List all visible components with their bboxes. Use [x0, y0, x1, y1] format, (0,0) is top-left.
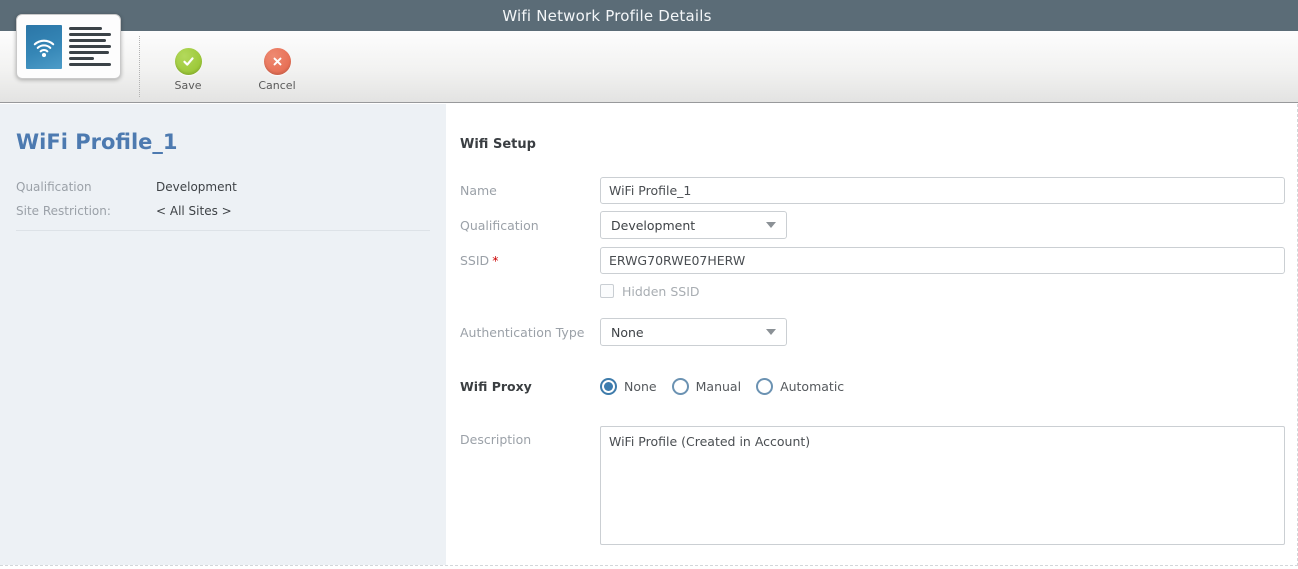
profile-title: WiFi Profile_1: [16, 130, 430, 154]
save-button-label: Save: [174, 79, 201, 92]
cancel-button[interactable]: Cancel: [249, 31, 305, 103]
list-icon: [69, 27, 111, 66]
wifi-setup-form: Wifi Setup Name Qualification Developmen…: [446, 104, 1297, 565]
summary-row-site-restriction: Site Restriction: < All Sites >: [16, 204, 430, 218]
summary-qualification-value: Development: [156, 180, 237, 194]
window-titlebar: Wifi Network Profile Details: [0, 0, 1298, 31]
qualification-select[interactable]: Development: [600, 211, 787, 239]
ssid-input[interactable]: [600, 247, 1285, 274]
save-button[interactable]: Save: [160, 31, 216, 103]
chevron-down-icon: [766, 222, 776, 228]
summary-site-restriction-value: < All Sites >: [156, 204, 232, 218]
hidden-ssid-label: Hidden SSID: [622, 284, 700, 299]
radio-label: Automatic: [780, 379, 844, 394]
authentication-type-selected-value: None: [611, 325, 644, 340]
description-textarea[interactable]: WiFi Profile (Created in Account): [600, 426, 1285, 545]
content-area: WiFi Profile_1 Qualification Development…: [0, 104, 1298, 566]
summary-divider: [16, 230, 430, 231]
wifi-proxy-radio-group: None Manual Automatic: [600, 378, 844, 395]
wifi-proxy-option-none[interactable]: None: [600, 378, 657, 395]
wifi-proxy-row: Wifi Proxy None Manual Automatic: [460, 374, 1285, 398]
check-icon: [175, 48, 202, 75]
ssid-label: SSID*: [460, 253, 600, 268]
qualification-row: Qualification Development: [460, 211, 1285, 239]
summary-row-qualification: Qualification Development: [16, 180, 430, 194]
form-heading: Wifi Setup: [460, 137, 1285, 152]
radio-button[interactable]: [672, 378, 689, 395]
description-label: Description: [460, 426, 600, 447]
summary-site-restriction-label: Site Restriction:: [16, 204, 156, 218]
radio-label: Manual: [696, 379, 741, 394]
summary-qualification-label: Qualification: [16, 180, 156, 194]
wifi-proxy-label: Wifi Proxy: [460, 379, 600, 394]
name-input[interactable]: [600, 177, 1285, 204]
cancel-button-label: Cancel: [258, 79, 295, 92]
name-label: Name: [460, 183, 600, 198]
profile-summary-panel: WiFi Profile_1 Qualification Development…: [0, 104, 446, 565]
wifi-proxy-option-automatic[interactable]: Automatic: [756, 378, 844, 395]
name-row: Name: [460, 177, 1285, 204]
authentication-type-select[interactable]: None: [600, 318, 787, 346]
wifi-profile-card-icon: [16, 14, 121, 79]
radio-button[interactable]: [756, 378, 773, 395]
window-title: Wifi Network Profile Details: [502, 7, 711, 25]
chevron-down-icon: [766, 329, 776, 335]
description-row: Description WiFi Profile (Created in Acc…: [460, 426, 1285, 545]
wifi-proxy-option-manual[interactable]: Manual: [672, 378, 741, 395]
x-icon: [264, 48, 291, 75]
authentication-type-label: Authentication Type: [460, 325, 600, 340]
wifi-icon: [26, 25, 62, 69]
qualification-selected-value: Development: [611, 218, 695, 233]
hidden-ssid-checkbox[interactable]: [600, 284, 614, 298]
wifi-profile-details-window: Wifi Network Profile Details: [0, 0, 1298, 569]
authentication-type-row: Authentication Type None: [460, 318, 1285, 346]
radio-button[interactable]: [600, 378, 617, 395]
ssid-row: SSID*: [460, 247, 1285, 274]
hidden-ssid-row: Hidden SSID: [600, 283, 1285, 299]
required-asterisk: *: [492, 253, 498, 268]
toolbar: Save Cancel: [0, 31, 1298, 103]
qualification-label: Qualification: [460, 218, 600, 233]
radio-label: None: [624, 379, 657, 394]
toolbar-separator: [139, 36, 140, 97]
